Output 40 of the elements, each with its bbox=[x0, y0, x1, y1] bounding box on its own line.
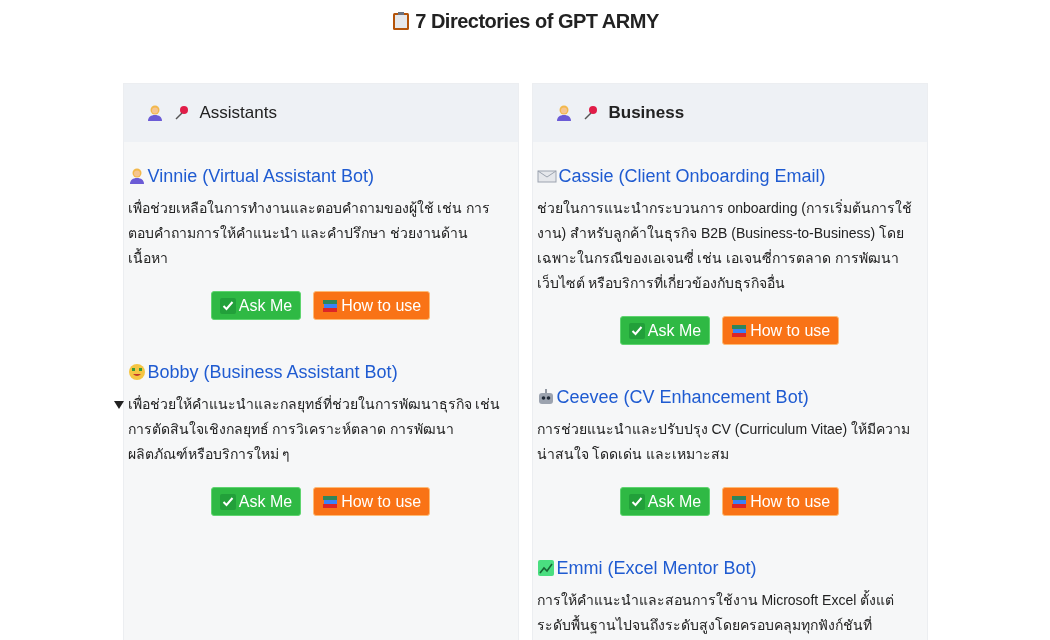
books-icon bbox=[731, 493, 748, 510]
chart-icon bbox=[536, 559, 555, 577]
books-icon bbox=[322, 297, 339, 314]
ask-me-button[interactable]: Ask Me bbox=[619, 316, 711, 345]
bot-description: เพื่อช่วยเหลือในการทำงานและตอบคำถามของผู้ใช้ เช่น การตอบคำถามการให้คำแนะนำ และคำปรึกษา ช่วยงานด้านเนื้อหา bbox=[127, 198, 492, 268]
caret-icon[interactable] bbox=[113, 401, 124, 409]
robot-icon bbox=[536, 388, 555, 406]
bot-description: ช่วยในการแนะนำกระบวนการ onboarding (การเริ่มต้นการใช้งาน) สำหรับลูกค้าในธุรกิจ B2B (Business-to-Business) โดยเฉพาะในกรณีของเอเจนซี่ เช่น เอเจนซี่การตลาด การพัฒนาเว็บไซต์ หรือบริการที่เกี่ยวข้องกับธุรกิจอื่น bbox=[536, 198, 913, 294]
bot-link[interactable]: Bobby (Business Assistant Bot) bbox=[147, 358, 398, 386]
how-to-use-button[interactable]: How to use bbox=[313, 487, 431, 516]
person-icon bbox=[127, 167, 146, 185]
books-icon bbox=[731, 322, 748, 339]
bot-link[interactable]: Ceevee (CV Enhancement Bot) bbox=[556, 383, 809, 411]
how-to-use-button[interactable]: How to use bbox=[722, 487, 840, 516]
checkmark-icon bbox=[628, 322, 645, 339]
books-icon bbox=[322, 493, 339, 510]
person-icon bbox=[554, 104, 573, 122]
ask-me-button[interactable]: Ask Me bbox=[619, 487, 711, 516]
bot-description: เพื่อช่วยให้คำแนะนำและกลยุทธ์ที่ช่วยในการพัฒนาธุรกิจ เช่น การตัดสินใจเชิงกลยุทธ์ การวิเคราะห์ตลาด การพัฒนาผลิตภัณฑ์หรือบริการใหม่ ๆ bbox=[127, 394, 502, 464]
bot-description: การให้คำแนะนำและสอนการใช้งาน Microsoft Excel ตั้งแต่ระดับพื้นฐานไปจนถึงระดับสูงโดยครอบคลุมทุกฟังก์ชันที่ bbox=[536, 589, 896, 636]
bot-link[interactable]: Vinnie (Virtual Assistant Bot) bbox=[147, 162, 374, 190]
how-to-use-button[interactable]: How to use bbox=[313, 291, 431, 320]
page-title: 7 Directories of GPT ARMY bbox=[415, 9, 659, 34]
checkmark-icon bbox=[219, 493, 236, 510]
smiley-icon bbox=[127, 363, 146, 381]
ask-me-button[interactable]: Ask Me bbox=[210, 487, 302, 516]
ask-me-button[interactable]: Ask Me bbox=[210, 291, 302, 320]
column-heading: Business bbox=[608, 102, 685, 125]
bot-link[interactable]: Emmi (Excel Mentor Bot) bbox=[556, 554, 757, 582]
pushpin-icon bbox=[173, 105, 190, 121]
envelope-icon bbox=[536, 168, 557, 184]
bot-description: การช่วยแนะนำและปรับปรุง CV (Curriculum Vitae) ให้มีความน่าสนใจ โดดเด่น และเหมาะสม bbox=[536, 420, 912, 464]
pushpin-icon bbox=[582, 105, 599, 121]
person-icon bbox=[145, 104, 164, 122]
how-to-use-button[interactable]: How to use bbox=[722, 316, 840, 345]
checkmark-icon bbox=[628, 493, 645, 510]
bot-link[interactable]: Cassie (Client Onboarding Email) bbox=[558, 162, 826, 190]
column-heading: Assistants bbox=[199, 102, 277, 125]
clipboard-icon bbox=[391, 11, 412, 31]
checkmark-icon bbox=[219, 297, 236, 314]
